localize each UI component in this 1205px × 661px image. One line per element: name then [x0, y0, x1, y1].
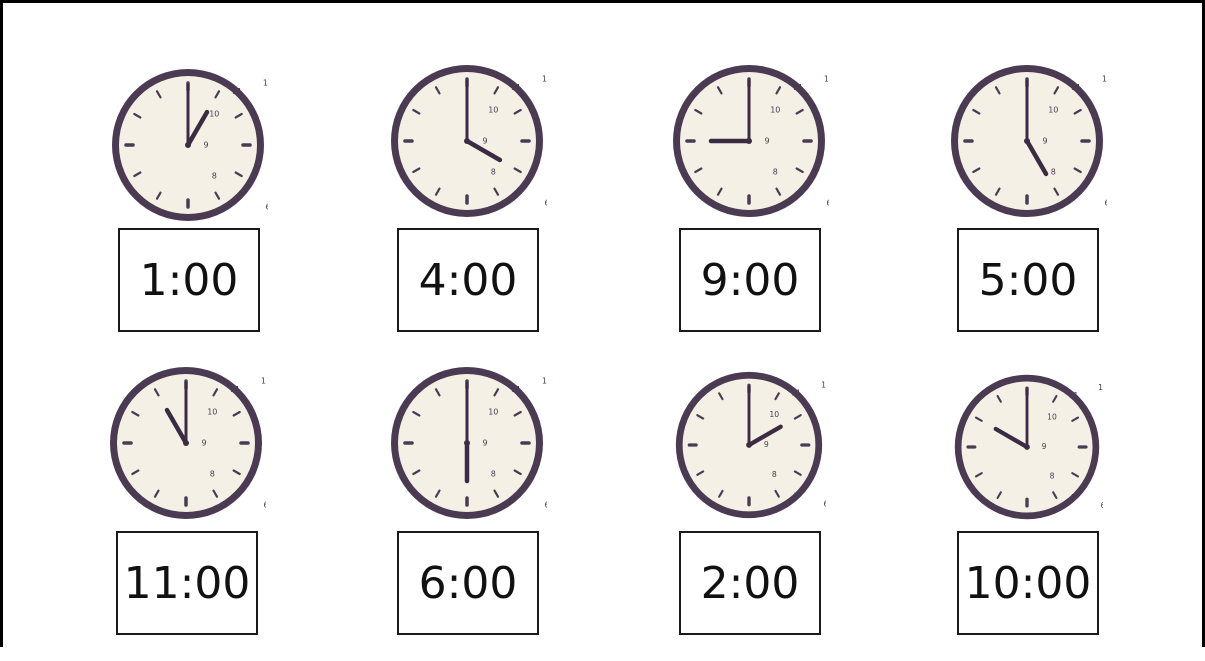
clock-numeral: 6 [265, 203, 268, 212]
clock-numeral: 8 [1050, 471, 1055, 480]
clock-numeral: 10 [209, 110, 219, 119]
clock-numeral: 8 [772, 470, 777, 479]
center-pin [464, 440, 470, 446]
clock-numeral: 12 [1102, 75, 1107, 84]
time-label: 4:00 [418, 254, 518, 306]
time-label-box: 11:00 [116, 531, 258, 635]
clock-numeral: 11 [793, 83, 803, 92]
clock-card-3: 123456789101112 9:00 [649, 61, 849, 351]
clock-numeral: 6 [263, 501, 266, 510]
clock-numeral: 9 [482, 137, 487, 146]
clock-numeral: 12 [821, 380, 826, 389]
clock-numeral: 12 [261, 377, 266, 386]
time-label-box: 6:00 [397, 531, 539, 635]
clock-numeral: 8 [212, 172, 217, 181]
clock-numeral: 9 [764, 440, 769, 449]
clock-numeral: 7 [794, 492, 799, 501]
clock-numeral: 11 [791, 388, 801, 397]
clock-numeral: 9 [764, 137, 769, 146]
clock-numeral: 12 [542, 75, 547, 84]
clock-numeral: 6 [544, 199, 547, 208]
clock-numeral: 9 [1042, 137, 1047, 146]
time-label: 10:00 [964, 557, 1092, 609]
time-label: 9:00 [700, 254, 800, 306]
clock-numeral: 7 [1071, 493, 1076, 502]
clock-numeral: 9 [1042, 442, 1047, 451]
clock-numeral: 6 [544, 501, 547, 510]
clock-numeral: 10 [1047, 413, 1057, 422]
clock-icon: 123456789101112 [112, 69, 268, 221]
time-label: 6:00 [418, 557, 518, 609]
time-label-box: 10:00 [957, 531, 1099, 635]
clock-numeral: 6 [1101, 501, 1103, 510]
clock-numeral: 6 [1104, 199, 1107, 208]
clock-numeral: 10 [770, 106, 780, 115]
time-label: 5:00 [978, 254, 1078, 306]
clock-icon: 123456789101112 [675, 371, 826, 519]
clock-numeral: 8 [1051, 168, 1056, 177]
time-label: 1:00 [139, 254, 239, 306]
clock-numeral: 7 [232, 492, 237, 501]
clock-numeral: 7 [1073, 190, 1078, 199]
time-label: 2:00 [700, 557, 800, 609]
clock-numeral: 11 [511, 83, 521, 92]
clock-numeral: 12 [1098, 383, 1103, 392]
clock-icon: 123456789101112 [391, 367, 547, 519]
clock-numeral: 12 [542, 377, 547, 386]
center-pin [746, 138, 752, 144]
clock-card-6: 123456789101112 6:00 [367, 363, 567, 653]
time-label-box: 1:00 [118, 228, 260, 332]
clock-numeral: 10 [207, 408, 217, 417]
clock-numeral: 10 [488, 106, 498, 115]
clock-numeral: 8 [491, 470, 496, 479]
center-pin [1024, 138, 1030, 144]
center-pin [183, 440, 189, 446]
clock-numeral: 9 [201, 439, 206, 448]
clock-card-2: 123456789101112 4:00 [367, 61, 567, 351]
clock-icon: 123456789101112 [110, 367, 266, 519]
time-label-box: 2:00 [679, 531, 821, 635]
clock-numeral: 11 [230, 385, 240, 394]
clock-numeral: 7 [234, 194, 239, 203]
time-label-box: 4:00 [397, 228, 539, 332]
clock-numeral: 7 [513, 190, 518, 199]
clock-numeral: 10 [1048, 106, 1058, 115]
center-pin [746, 442, 752, 448]
clock-card-1: 123456789101112 1:00 [88, 65, 288, 355]
clock-card-8: 123456789101112 10:00 [927, 371, 1127, 661]
clock-numeral: 11 [511, 385, 521, 394]
clock-icon: 123456789101112 [951, 65, 1107, 217]
clock-icon: 123456789101112 [954, 374, 1103, 520]
clock-numeral: 10 [769, 410, 779, 419]
time-label-box: 9:00 [679, 228, 821, 332]
time-label: 11:00 [123, 557, 251, 609]
clock-numeral: 7 [795, 190, 800, 199]
clock-card-5: 123456789101112 11:00 [86, 363, 286, 653]
clock-numeral: 11 [232, 87, 242, 96]
clock-numeral: 9 [203, 141, 208, 150]
worksheet: 123456789101112 1:00 123456789101112 4:0… [0, 0, 1205, 647]
clock-icon: 123456789101112 [391, 65, 547, 217]
clock-numeral: 9 [482, 439, 487, 448]
time-label-box: 5:00 [957, 228, 1099, 332]
clock-card-7: 123456789101112 2:00 [649, 368, 849, 658]
clock-numeral: 7 [513, 492, 518, 501]
center-pin [1024, 444, 1030, 450]
clock-numeral: 8 [773, 168, 778, 177]
clock-numeral: 11 [1071, 83, 1081, 92]
center-pin [464, 138, 470, 144]
clock-numeral: 6 [824, 500, 826, 509]
center-pin [185, 142, 191, 148]
clock-card-4: 123456789101112 5:00 [927, 61, 1127, 351]
clock-numeral: 8 [210, 470, 215, 479]
clock-numeral: 11 [1069, 391, 1079, 400]
clock-numeral: 12 [824, 75, 829, 84]
clock-icon: 123456789101112 [673, 65, 829, 217]
clock-numeral: 6 [826, 199, 829, 208]
clock-numeral: 8 [491, 168, 496, 177]
clock-numeral: 10 [488, 408, 498, 417]
clock-numeral: 12 [263, 79, 268, 88]
